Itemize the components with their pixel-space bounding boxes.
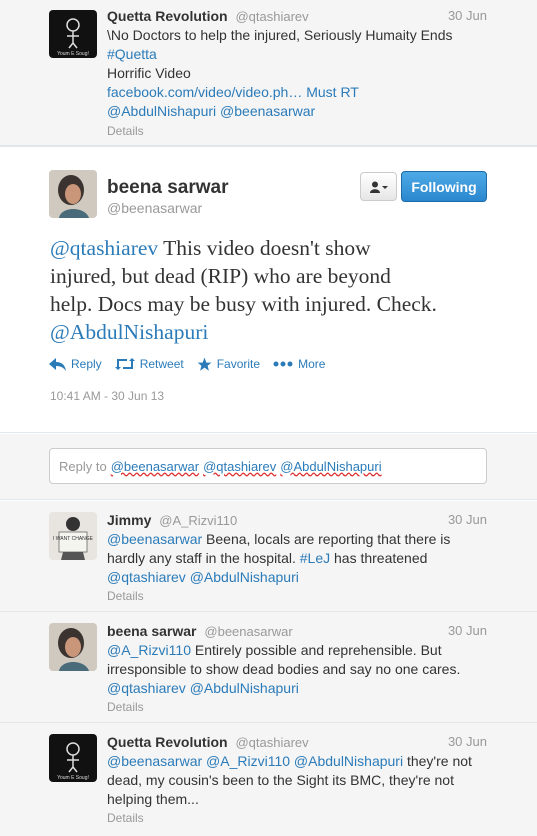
hashtag-link[interactable]: #LeJ — [300, 550, 330, 566]
author-name[interactable]: Quetta Revolution — [107, 8, 228, 24]
avatar[interactable]: I WANT CHANGE — [49, 512, 97, 560]
details-link[interactable]: Details — [107, 587, 497, 606]
reply-input[interactable]: Reply to @beenasarwar @qtashiarev @Abdul… — [49, 448, 487, 484]
author-name[interactable]: beena sarwar — [107, 623, 197, 639]
author-name[interactable]: Quetta Revolution — [107, 734, 228, 750]
mentions-link[interactable]: @beenasarwar @A_Rizvi110 @AbdulNishapuri — [107, 753, 403, 769]
hashtag-link[interactable]: #Quetta — [107, 45, 497, 64]
reply-area: Reply to @beenasarwar @qtashiarev @Abdul… — [0, 434, 537, 500]
avatar-caption: Youm E Soug! — [57, 51, 89, 57]
star-icon — [197, 357, 212, 371]
mention-link[interactable]: @beenasarwar — [107, 531, 202, 547]
tweet-text: @qtashiarev This video doesn't show inju… — [50, 234, 490, 346]
tweet-text-line: injured, but dead (RIP) who are beyond — [50, 264, 391, 288]
author-handle[interactable]: @beenasarwar — [107, 200, 202, 216]
tweet-time[interactable]: 30 Jun — [448, 8, 487, 23]
reply-prefix: Reply to — [59, 458, 107, 474]
reply-action[interactable]: Reply — [49, 357, 102, 371]
reply-mention: @beenasarwar — [110, 458, 200, 474]
reply-icon — [49, 357, 66, 371]
retweet-action[interactable]: Retweet — [114, 357, 184, 371]
tweet-actions: Reply Retweet Favorite More — [49, 354, 338, 374]
favorite-action[interactable]: Favorite — [197, 357, 260, 372]
tweet-text-segment: Entirely possible and reprehensible. But — [191, 642, 442, 658]
tweet-text-line: dead, my cousin's been to the Sight its … — [107, 772, 454, 788]
tweet-text-segment: Beena, locals are reporting that there i… — [202, 531, 451, 547]
tweet-text-line: helping them... — [107, 791, 199, 807]
more-action[interactable]: More — [273, 357, 325, 371]
tweet-text-segment: This video doesn't show — [158, 236, 371, 260]
favorite-label: Favorite — [216, 357, 261, 371]
more-label: More — [298, 357, 326, 371]
main-tweet: beena sarwar @beenasarwar Following @qta… — [0, 146, 537, 433]
retweet-label: Retweet — [139, 357, 184, 371]
tweet-text-segment: they're not — [403, 753, 472, 769]
avatar[interactable]: Youm E Soug! — [49, 734, 97, 782]
mentions-link[interactable]: @AbdulNishapuri @beenasarwar — [107, 102, 497, 121]
author-handle[interactable]: @A_Rizvi110 — [159, 513, 237, 528]
avatar-caption: Youm E Soug! — [57, 775, 89, 781]
reply-tweet[interactable]: Youm E Soug! Quetta Revolution @qtashiar… — [0, 723, 537, 836]
mention-link[interactable]: @qtashiarev — [50, 236, 158, 260]
retweet-icon — [114, 358, 135, 370]
avatar[interactable] — [49, 623, 97, 671]
tweet-text-line: irresponsible to show dead bodies and sa… — [107, 661, 461, 677]
more-dots-icon — [273, 361, 293, 367]
tweet-time[interactable]: 30 Jun — [448, 623, 487, 638]
author-handle[interactable]: @qtashiarev — [235, 735, 308, 750]
tweet-text-line: help. Docs may be busy with injured. Che… — [50, 292, 437, 316]
author-handle[interactable]: @beenasarwar — [204, 624, 292, 639]
details-link[interactable]: Details — [107, 698, 497, 717]
tweet-text-line: \No Doctors to help the injured, Serious… — [107, 27, 453, 43]
details-link[interactable]: Details — [107, 122, 497, 141]
avatar[interactable]: Youm E Soug! — [49, 10, 97, 58]
tweet-text-segment: has threatened — [330, 550, 428, 566]
reply-label: Reply — [71, 357, 102, 371]
avatar[interactable] — [49, 170, 97, 218]
tweet-text-line: Horrific Video — [107, 65, 191, 81]
reply-tweet[interactable]: I WANT CHANGE Jimmy @A_Rizvi110 30 Jun @… — [0, 501, 537, 612]
reply-mention: @qtashiarev — [203, 458, 277, 474]
tweet-text-segment: hardly any staff in the hospital. — [107, 550, 300, 566]
user-dropdown-icon — [369, 181, 388, 193]
mention-link[interactable]: @AbdulNishapuri — [50, 320, 208, 344]
following-button[interactable]: Following — [401, 171, 487, 202]
reply-tweet[interactable]: beena sarwar @beenasarwar 30 Jun @A_Rizv… — [0, 612, 537, 723]
author-name[interactable]: Jimmy — [107, 512, 151, 528]
mention-link[interactable]: @A_Rizvi110 — [107, 642, 191, 658]
tweet-time[interactable]: 30 Jun — [448, 512, 487, 527]
user-actions-button[interactable] — [360, 172, 397, 201]
tweet-top[interactable]: Youm E Soug! Quetta Revolution @qtashiar… — [0, 0, 537, 146]
reply-mention: @AbdulNishapuri — [280, 458, 382, 474]
avatar-caption: I WANT CHANGE — [53, 536, 94, 542]
details-link[interactable]: Details — [107, 809, 497, 828]
tweet-timestamp[interactable]: 10:41 AM - 30 Jun 13 — [50, 389, 164, 403]
mentions-link[interactable]: @qtashiarev @AbdulNishapuri — [107, 569, 299, 585]
tweet-time[interactable]: 30 Jun — [448, 734, 487, 749]
author-handle[interactable]: @qtashiarev — [235, 9, 308, 24]
author-name[interactable]: beena sarwar — [107, 177, 228, 199]
url-link[interactable]: facebook.com/video/video.ph… Must RT — [107, 83, 497, 102]
mentions-link[interactable]: @qtashiarev @AbdulNishapuri — [107, 680, 299, 696]
